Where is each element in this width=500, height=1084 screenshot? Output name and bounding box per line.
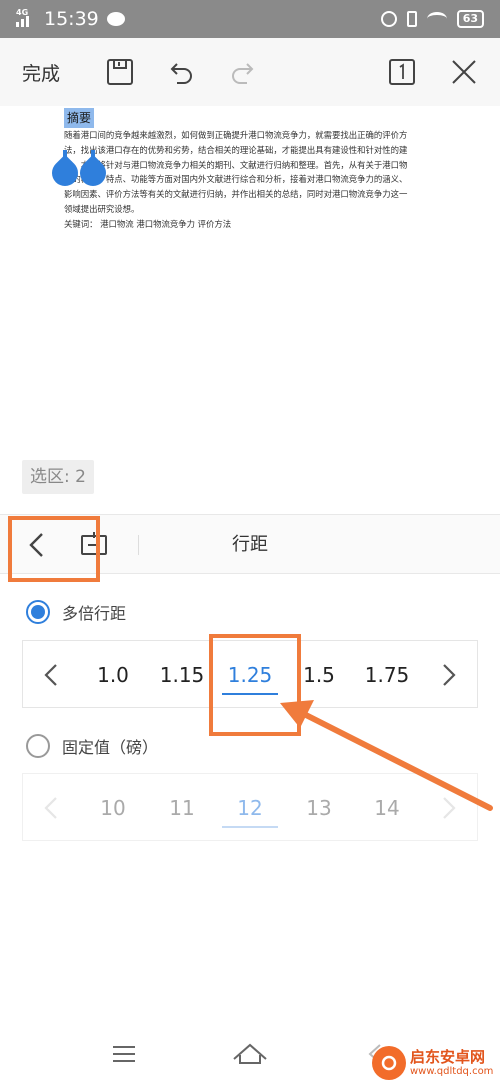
watermark-brand: 启东安卓网	[410, 1048, 486, 1066]
watermark: 启东安卓网 www.qdltdq.com	[372, 1046, 493, 1080]
annotation-arrow	[280, 700, 493, 811]
watermark-url: www.qdltdq.com	[410, 1066, 494, 1077]
menu-icon[interactable]	[104, 1034, 144, 1074]
watermark-logo-icon	[372, 1046, 406, 1080]
home-icon[interactable]	[230, 1034, 270, 1074]
